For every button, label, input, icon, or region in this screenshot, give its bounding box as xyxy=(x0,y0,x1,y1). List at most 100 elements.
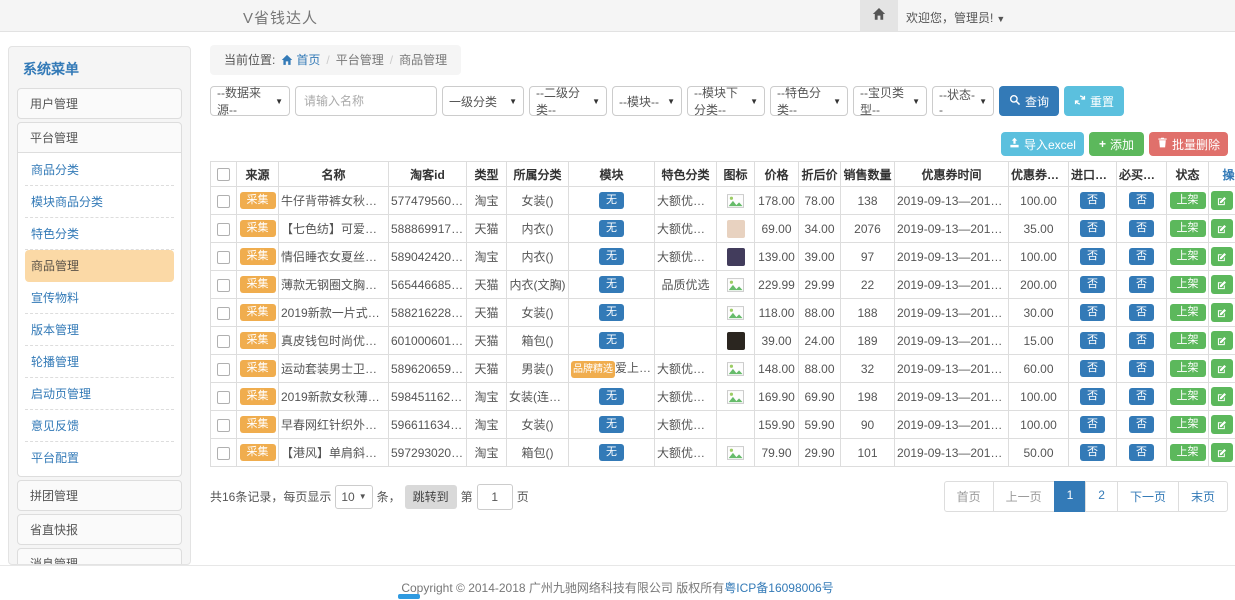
feature-category-select[interactable]: --特色分类--▼ xyxy=(770,86,848,116)
import-excel-button[interactable]: 导入excel xyxy=(1001,132,1084,156)
sidebar-subitem-9[interactable]: 平台配置 xyxy=(25,442,174,473)
status-badge[interactable]: 上架 xyxy=(1170,416,1206,433)
reset-button[interactable]: 重置 xyxy=(1064,86,1124,116)
page-size-select[interactable]: 10▼ xyxy=(335,485,372,509)
select-all-checkbox[interactable] xyxy=(217,168,230,181)
must-buy-badge[interactable]: 否 xyxy=(1129,360,1154,377)
row-checkbox[interactable] xyxy=(217,223,230,236)
row-checkbox[interactable] xyxy=(217,419,230,432)
edit-button[interactable] xyxy=(1211,247,1233,266)
import-select-badge[interactable]: 否 xyxy=(1080,192,1105,209)
horizontal-scrollbar-thumb[interactable] xyxy=(398,594,420,599)
status-badge[interactable]: 上架 xyxy=(1170,332,1206,349)
sidebar-group-0[interactable]: 用户管理 xyxy=(17,88,182,119)
source-cell: 采集 xyxy=(237,327,279,355)
import-select-badge[interactable]: 否 xyxy=(1080,444,1105,461)
pager-button-0[interactable]: 首页 xyxy=(944,481,994,512)
batch-delete-button[interactable]: 批量删除 xyxy=(1149,132,1228,156)
page-number-input[interactable] xyxy=(477,484,513,510)
level1-category-select[interactable]: 一级分类▼ xyxy=(442,86,524,116)
sidebar-subitem-1[interactable]: 模块商品分类 xyxy=(25,186,174,218)
sidebar-group-1[interactable]: 平台管理 xyxy=(17,122,182,153)
must-buy-badge[interactable]: 否 xyxy=(1129,192,1154,209)
edit-button[interactable] xyxy=(1211,359,1233,378)
sidebar-group-4[interactable]: 消息管理 xyxy=(17,548,182,565)
sidebar-subitem-6[interactable]: 轮播管理 xyxy=(25,346,174,378)
import-select-badge[interactable]: 否 xyxy=(1080,388,1105,405)
row-checkbox[interactable] xyxy=(217,335,230,348)
pager-button-4[interactable]: 下一页 xyxy=(1117,481,1179,512)
sidebar-subitem-0[interactable]: 商品分类 xyxy=(25,154,174,186)
must-buy-badge[interactable]: 否 xyxy=(1129,220,1154,237)
pager-button-1[interactable]: 上一页 xyxy=(993,481,1055,512)
status-badge[interactable]: 上架 xyxy=(1170,388,1206,405)
module-select[interactable]: --模块--▼ xyxy=(612,86,682,116)
status-badge[interactable]: 上架 xyxy=(1170,444,1206,461)
must-buy-badge[interactable]: 否 xyxy=(1129,276,1154,293)
sales-cell: 101 xyxy=(841,439,895,467)
item-type-select[interactable]: --宝贝类型--▼ xyxy=(853,86,927,116)
user-menu[interactable]: 欢迎您，管理员!▼ xyxy=(906,9,1005,26)
edit-button[interactable] xyxy=(1211,387,1233,406)
name-search-input[interactable] xyxy=(295,86,437,116)
sidebar-group-label: 平台管理 xyxy=(30,131,78,145)
sidebar-subitem-3[interactable]: 商品管理 xyxy=(25,250,174,282)
row-checkbox[interactable] xyxy=(217,391,230,404)
icp-link[interactable]: 粤ICP备16098006号 xyxy=(724,581,833,595)
status-badge[interactable]: 上架 xyxy=(1170,248,1206,265)
import-select-badge[interactable]: 否 xyxy=(1080,220,1105,237)
row-checkbox[interactable] xyxy=(217,363,230,376)
icon-cell xyxy=(717,187,755,215)
jump-to-button[interactable]: 跳转到 xyxy=(405,485,457,509)
status-badge[interactable]: 上架 xyxy=(1170,192,1206,209)
must-buy-badge[interactable]: 否 xyxy=(1129,248,1154,265)
type-cell: 天猫 xyxy=(467,327,507,355)
query-button[interactable]: 查询 xyxy=(999,86,1059,116)
must-buy-badge[interactable]: 否 xyxy=(1129,304,1154,321)
must-buy-badge[interactable]: 否 xyxy=(1129,332,1154,349)
pager-button-3[interactable]: 2 xyxy=(1085,481,1118,512)
edit-button[interactable] xyxy=(1211,443,1233,462)
pager-button-5[interactable]: 末页 xyxy=(1178,481,1228,512)
sidebar-subitem-2[interactable]: 特色分类 xyxy=(25,218,174,250)
status-badge[interactable]: 上架 xyxy=(1170,304,1206,321)
edit-button[interactable] xyxy=(1211,191,1233,210)
must-buy-badge[interactable]: 否 xyxy=(1129,388,1154,405)
must-buy-badge[interactable]: 否 xyxy=(1129,416,1154,433)
sidebar-subitem-5[interactable]: 版本管理 xyxy=(25,314,174,346)
data-source-select[interactable]: --数据来源--▼ xyxy=(210,86,290,116)
status-select[interactable]: --状态--▼ xyxy=(932,86,994,116)
status-badge[interactable]: 上架 xyxy=(1170,220,1206,237)
import-select-cell: 否 xyxy=(1069,355,1117,383)
import-select-badge[interactable]: 否 xyxy=(1080,304,1105,321)
row-checkbox[interactable] xyxy=(217,307,230,320)
row-checkbox[interactable] xyxy=(217,251,230,264)
edit-button[interactable] xyxy=(1211,415,1233,434)
edit-button[interactable] xyxy=(1211,219,1233,238)
sidebar-group-3[interactable]: 省直快报 xyxy=(17,514,182,545)
import-select-badge[interactable]: 否 xyxy=(1080,276,1105,293)
sidebar-subitem-8[interactable]: 意见反馈 xyxy=(25,410,174,442)
sidebar-group-2[interactable]: 拼团管理 xyxy=(17,480,182,511)
status-badge[interactable]: 上架 xyxy=(1170,360,1206,377)
import-select-badge[interactable]: 否 xyxy=(1080,360,1105,377)
must-buy-badge[interactable]: 否 xyxy=(1129,444,1154,461)
row-checkbox[interactable] xyxy=(217,447,230,460)
import-select-badge[interactable]: 否 xyxy=(1080,332,1105,349)
pager-button-2[interactable]: 1 xyxy=(1054,481,1087,512)
import-select-badge[interactable]: 否 xyxy=(1080,416,1105,433)
sidebar-subitem-7[interactable]: 启动页管理 xyxy=(25,378,174,410)
status-badge[interactable]: 上架 xyxy=(1170,276,1206,293)
breadcrumb-home-link[interactable]: 首页 xyxy=(296,53,320,67)
add-button[interactable]: + 添加 xyxy=(1089,132,1144,156)
import-select-badge[interactable]: 否 xyxy=(1080,248,1105,265)
level2-category-select[interactable]: --二级分类--▼ xyxy=(529,86,607,116)
edit-button[interactable] xyxy=(1211,275,1233,294)
sidebar-subitem-4[interactable]: 宣传物料 xyxy=(25,282,174,314)
row-checkbox[interactable] xyxy=(217,195,230,208)
module-subcategory-select[interactable]: --模块下分类--▼ xyxy=(687,86,765,116)
home-button[interactable] xyxy=(860,0,898,31)
row-checkbox[interactable] xyxy=(217,279,230,292)
edit-button[interactable] xyxy=(1211,331,1233,350)
edit-button[interactable] xyxy=(1211,303,1233,322)
